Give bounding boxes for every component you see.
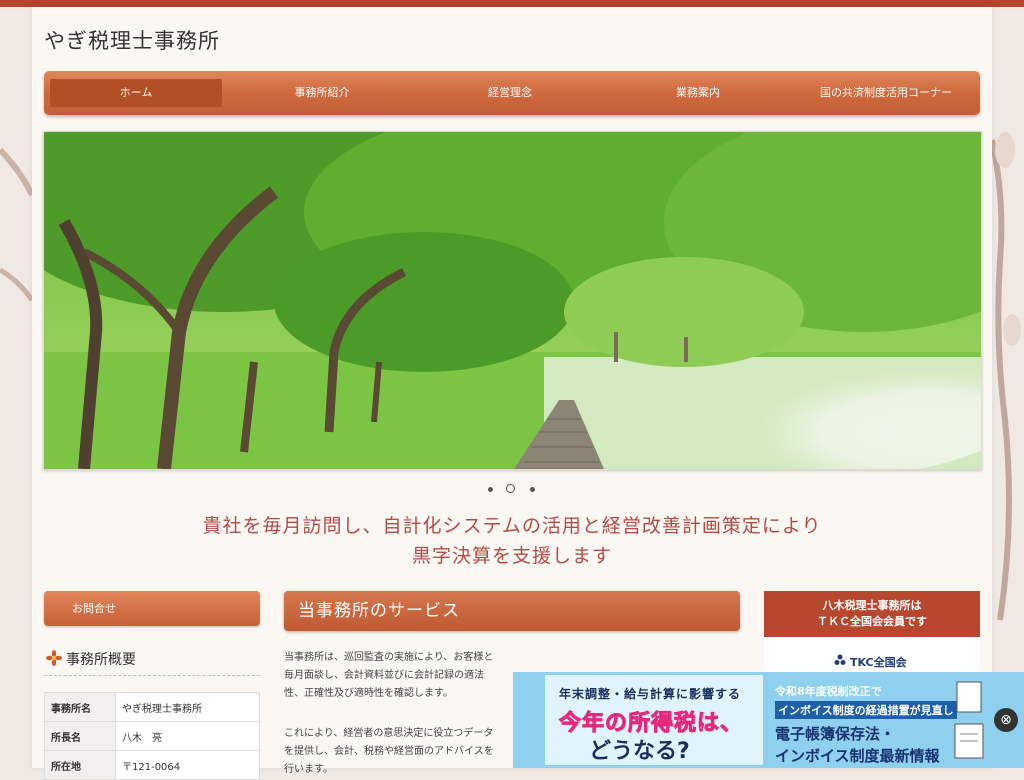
table-row: 所長名 八木 亮 xyxy=(44,721,260,751)
slider-dot-3[interactable] xyxy=(530,487,535,492)
services-paragraph-1: 当事務所は、巡回監査の実施により、お客様と毎月面談し、会計資料並びに会計記録の適… xyxy=(284,652,494,699)
ad-income-tax[interactable]: 年末調整・給与計算に影響する 今年の所得税は、 どうなる? xyxy=(545,675,763,765)
member-line1: 八木税理士事務所は xyxy=(822,599,922,612)
member-line2: ＴＫＣ全国会会員です xyxy=(817,615,927,628)
tkc-logo-icon xyxy=(834,654,846,665)
table-value: 八木 亮 xyxy=(115,721,260,751)
nav-item-office-intro[interactable]: 事務所紹介 xyxy=(234,79,410,107)
slider-dot-1[interactable] xyxy=(488,487,493,492)
table-key: 事務所名 xyxy=(44,692,116,722)
ad-left-line3: どうなる? xyxy=(589,739,690,764)
hero-slider-image[interactable] xyxy=(43,131,982,470)
office-overview-heading: 事務所概要 xyxy=(44,647,260,676)
tkc-logo-text: TKC全国会 xyxy=(850,656,907,669)
contact-button[interactable]: お問合せ xyxy=(44,591,260,626)
services-heading: 当事務所のサービス xyxy=(284,591,740,631)
nav-item-home[interactable]: ホーム xyxy=(50,79,222,107)
tagline-line1: 貴社を毎月訪問し、自計化システムの活用と経営改善計画策定により xyxy=(202,515,822,537)
table-value: やぎ税理士事務所 xyxy=(115,692,260,722)
site-title[interactable]: やぎ税理士事務所 xyxy=(44,25,220,55)
ad-right-line1: 令和8年度税制改正で xyxy=(775,685,882,698)
table-value: 〒121-0064 xyxy=(115,750,260,780)
table-row: 所在地 〒121-0064 xyxy=(44,750,260,780)
page-container: やぎ税理士事務所 ホーム 事務所紹介 経営理念 業務案内 国の共済制度活用コーナ… xyxy=(32,7,992,780)
table-row: 事務所名 やぎ税理士事務所 xyxy=(44,692,260,722)
table-key: 所長名 xyxy=(44,721,116,751)
nav-item-services[interactable]: 業務案内 xyxy=(610,79,786,107)
nav-item-philosophy[interactable]: 経営理念 xyxy=(422,79,598,107)
office-info-table: 事務所名 やぎ税理士事務所 所長名 八木 亮 所在地 〒121-0064 xyxy=(44,692,260,780)
services-paragraph-2: これにより、経営者の意思決定に役立つデータを提供し、会計、税務や経営面のアドバイ… xyxy=(284,728,494,775)
flower-icon xyxy=(46,650,62,666)
advertisement-banner[interactable]: 年末調整・給与計算に影響する 今年の所得税は、 どうなる? 令和8年度税制改正で… xyxy=(513,672,1024,768)
main-nav: ホーム 事務所紹介 経営理念 業務案内 国の共済制度活用コーナー xyxy=(44,71,980,115)
ad-right-line3: 電子帳簿保存法・ xyxy=(775,725,896,743)
ad-invoice-info[interactable]: 令和8年度税制改正で インボイス制度の経過措置が見直し 電子帳簿保存法・ インボ… xyxy=(769,675,969,765)
tagline: 貴社を毎月訪問し、自計化システムの活用と経営改善計画策定により 黒字決算を支援し… xyxy=(32,511,992,571)
tkc-member-banner[interactable]: 八木税理士事務所は ＴＫＣ全国会会員です xyxy=(764,591,980,637)
forest-path-image xyxy=(44,132,981,469)
slider-dots xyxy=(482,484,542,498)
ad-right-line4: インボイス制度最新情報 xyxy=(775,747,940,765)
ad-left-line1: 年末調整・給与計算に影響する xyxy=(559,687,742,701)
ad-close-button[interactable]: ⊗ xyxy=(994,708,1018,732)
nav-item-mutual-aid[interactable]: 国の共済制度活用コーナー xyxy=(798,79,974,107)
slider-dot-2[interactable] xyxy=(506,484,515,493)
ad-right-line2: インボイス制度の経過措置が見直し xyxy=(775,701,957,719)
table-key: 所在地 xyxy=(44,750,116,780)
tagline-line2: 黒字決算を支援します xyxy=(411,545,612,567)
document-icon xyxy=(954,681,984,759)
office-overview-title: 事務所概要 xyxy=(66,652,136,668)
